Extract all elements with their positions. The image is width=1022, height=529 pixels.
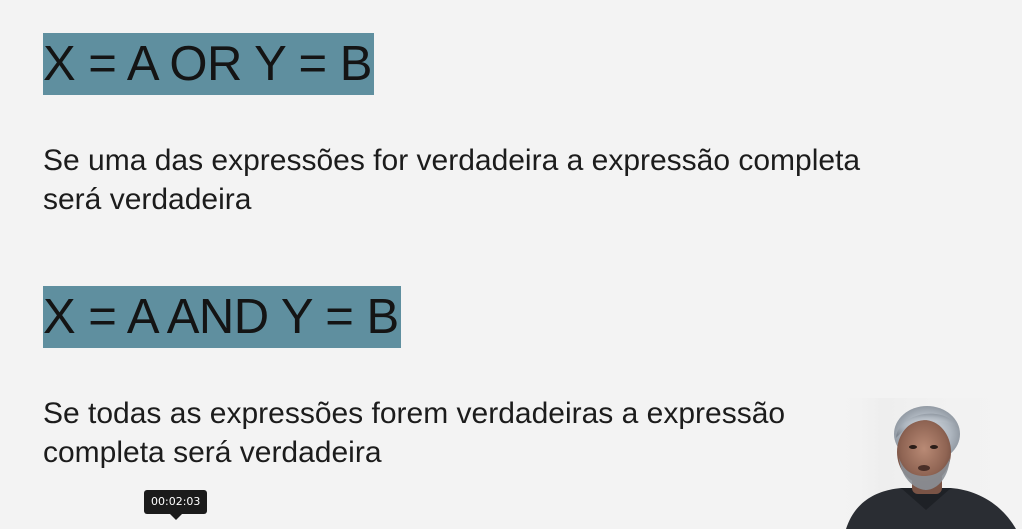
or-description: Se uma das expressões for verdadeira a e…: [43, 141, 860, 219]
or-description-line-2: será verdadeira: [43, 183, 252, 216]
and-description-line-2: completa será verdadeira: [43, 436, 382, 469]
or-expression-text: X = A OR Y = B: [43, 37, 372, 91]
and-description: Se todas as expressões forem verdadeiras…: [43, 394, 785, 472]
presenter-webcam-overlay: [836, 398, 1022, 529]
video-timestamp-tooltip: 00:02:03: [144, 490, 208, 520]
and-description-line-1: Se todas as expressões forem verdadeiras…: [43, 397, 786, 430]
presenter-image: [836, 398, 1022, 529]
or-expression-highlight: X = A OR Y = B: [43, 33, 374, 95]
and-expression-text: X = A AND Y = B: [43, 290, 399, 344]
or-description-line-1: Se uma das expressões for verdadeira a e…: [43, 144, 861, 177]
and-expression-highlight: X = A AND Y = B: [43, 286, 401, 348]
